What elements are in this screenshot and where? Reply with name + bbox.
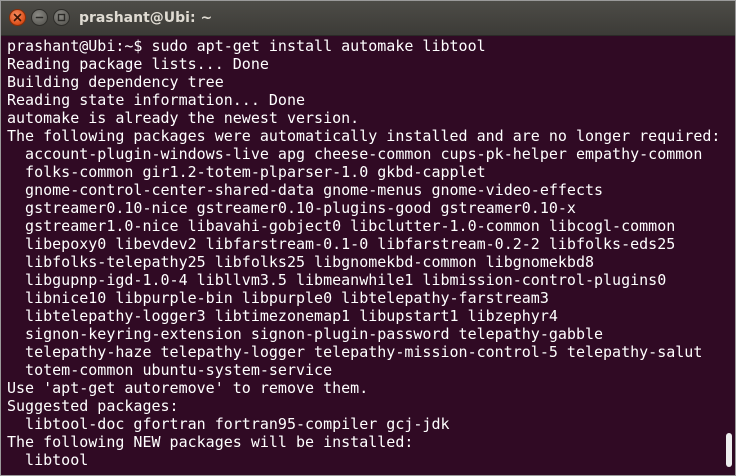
maximize-icon (57, 13, 66, 22)
title-bar[interactable]: prashant@Ubi: ~ (1, 1, 735, 36)
terminal-line: telepathy-haze telepathy-logger telepath… (7, 343, 703, 361)
terminal-line-command: prashant@Ubi:~$ sudo apt-get install aut… (7, 37, 486, 55)
close-button[interactable] (9, 9, 26, 26)
terminal-line: account-plugin-windows-live apg cheese-c… (7, 145, 703, 163)
terminal-line: libfolks-telepathy25 libfolks25 libgnome… (7, 253, 594, 271)
terminal-line: libtool-doc gfortran fortran95-compiler … (7, 415, 450, 433)
terminal-line: totem-common ubuntu-system-service (7, 361, 333, 379)
terminal-line: libgupnp-igd-1.0-4 libllvm3.5 libmeanwhi… (7, 271, 667, 289)
close-icon (13, 13, 22, 22)
terminal-line: gnome-control-center-shared-data gnome-m… (7, 181, 604, 199)
terminal-line: Suggested packages: (7, 397, 179, 415)
terminal-line: Reading state information... Done (7, 91, 306, 109)
terminal-line: libtelepathy-logger3 libtimezonemap1 lib… (7, 307, 558, 325)
terminal-line: folks-common gir1.2-totem-plparser-1.0 g… (7, 163, 486, 181)
terminal-lines: prashant@Ubi:~$ sudo apt-get install aut… (7, 37, 720, 469)
terminal-line: Building dependency tree (7, 73, 224, 91)
window-title: prashant@Ubi: ~ (79, 10, 213, 26)
terminal-line: Reading package lists... Done (7, 55, 269, 73)
terminal-line: libtool (7, 451, 89, 469)
maximize-button[interactable] (53, 9, 70, 26)
terminal-output[interactable]: prashant@Ubi:~$ sudo apt-get install aut… (1, 36, 735, 475)
terminal-line: libepoxy0 libevdev2 libfarstream-0.1-0 l… (7, 235, 676, 253)
scrollbar-thumb[interactable] (726, 433, 732, 467)
terminal-line: The following NEW packages will be insta… (7, 433, 414, 451)
minimize-icon (35, 16, 44, 19)
terminal-line: Use 'apt-get autoremove' to remove them. (7, 379, 369, 397)
terminal-line: gstreamer1.0-nice libavahi-gobject0 libc… (7, 217, 676, 235)
terminal-line: automake is already the newest version. (7, 109, 360, 127)
terminal-line: The following packages were automaticall… (7, 127, 721, 145)
terminal-line: gstreamer0.10-nice gstreamer0.10-plugins… (7, 199, 576, 217)
minimize-button[interactable] (31, 9, 48, 26)
terminal-line: libnice10 libpurple-bin libpurple0 libte… (7, 289, 549, 307)
terminal-line: signon-keyring-extension signon-plugin-p… (7, 325, 604, 343)
terminal-window: prashant@Ubi: ~ prashant@Ubi:~$ sudo apt… (0, 0, 736, 476)
